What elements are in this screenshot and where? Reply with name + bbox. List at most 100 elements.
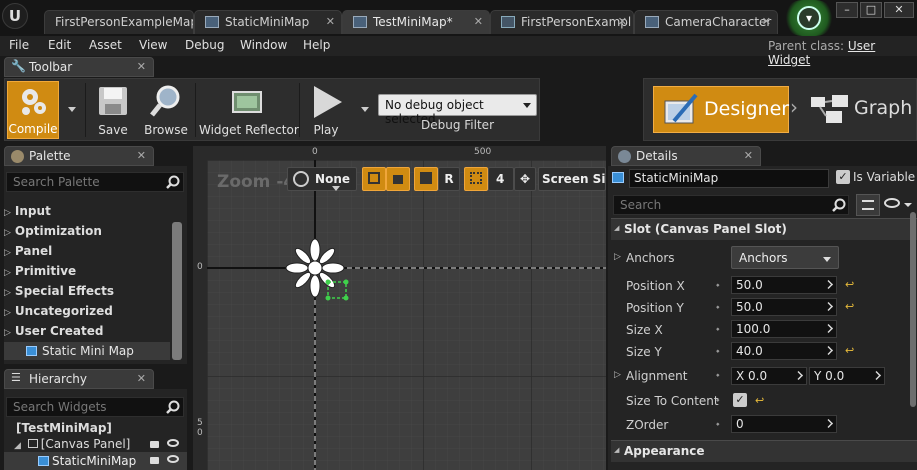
source-control-badge-icon[interactable]: ▾ <box>784 0 834 36</box>
debug-object-select[interactable]: No debug object selected <box>378 94 537 126</box>
palette-category-primitive[interactable]: Primitive <box>4 264 76 278</box>
binding-pin-icon[interactable]: ⬩ <box>716 395 724 406</box>
search-icon[interactable] <box>832 198 846 212</box>
close-icon[interactable]: ✕ <box>326 15 335 28</box>
transform-mode-button[interactable] <box>362 167 386 191</box>
palette-category-user-created[interactable]: User Created <box>4 324 104 338</box>
toolbar-panel-tab[interactable]: 🔧 Toolbar ✕ <box>4 57 154 77</box>
binding-pin-icon[interactable]: ⬩ <box>716 302 724 313</box>
fill-mode-button[interactable] <box>414 167 438 191</box>
details-scrollbar[interactable] <box>910 212 916 407</box>
close-icon[interactable]: ✕ <box>762 15 771 28</box>
expand-arrow-icon[interactable]: ▷ <box>614 252 621 262</box>
close-icon[interactable]: ✕ <box>744 149 753 162</box>
tab-testminimap[interactable]: TestMiniMap* ✕ <box>342 10 490 34</box>
close-icon[interactable]: ✕ <box>137 372 146 385</box>
eye-icon[interactable] <box>167 439 179 447</box>
details-search-input[interactable]: Search <box>613 195 849 215</box>
grid-snap-button[interactable] <box>464 167 488 191</box>
maximize-button[interactable]: □ <box>860 2 882 18</box>
hierarchy-search-input[interactable]: Search Widgets <box>6 397 184 417</box>
details-panel-tab[interactable]: Details ✕ <box>611 146 761 166</box>
hierarchy-root[interactable]: [TestMiniMap] <box>16 421 112 435</box>
search-icon[interactable] <box>166 400 180 414</box>
menu-debug[interactable]: Debug <box>185 38 224 52</box>
reset-to-default-icon[interactable]: ↩ <box>845 344 854 357</box>
menu-file[interactable]: File <box>9 38 29 52</box>
collapse-arrow-icon[interactable]: ◢ <box>14 441 21 451</box>
close-icon[interactable]: ✕ <box>618 15 627 28</box>
view-options-eye-icon[interactable] <box>884 198 900 208</box>
menu-edit[interactable]: Edit <box>48 38 71 52</box>
is-variable-checkbox[interactable]: ✓ <box>836 170 850 184</box>
alignment-y-field[interactable]: Y 0.0 <box>809 367 885 385</box>
zorder-field[interactable]: 0 <box>731 415 837 433</box>
menu-help[interactable]: Help <box>303 38 330 52</box>
widget-name-input[interactable]: StaticMiniMap <box>629 169 829 188</box>
designer-mode-button[interactable]: Designer <box>653 86 789 133</box>
section-slot-canvas-panel[interactable]: Slot (Canvas Panel Slot) <box>611 218 917 240</box>
widget-reflector-button[interactable]: Widget Reflector <box>199 81 299 139</box>
lock-icon[interactable] <box>150 457 159 464</box>
position-x-field[interactable]: 50.0 <box>731 276 837 294</box>
tab-firstpersonexample[interactable]: FirstPersonExampl ✕ <box>490 10 634 34</box>
section-appearance[interactable]: Appearance <box>611 440 917 462</box>
unreal-logo-icon[interactable]: U <box>2 3 28 29</box>
binding-pin-icon[interactable]: ⬩ <box>716 419 724 430</box>
size-x-field[interactable]: 100.0 <box>731 320 837 338</box>
compile-button[interactable]: Compile <box>7 81 59 139</box>
screen-size-select[interactable]: Screen Size <box>538 167 606 191</box>
menu-window[interactable]: Window <box>240 38 287 52</box>
palette-category-optimization[interactable]: Optimization <box>4 224 102 238</box>
palette-category-panel[interactable]: Panel <box>4 244 52 258</box>
position-y-field[interactable]: 50.0 <box>731 298 837 316</box>
close-icon[interactable]: ✕ <box>137 149 146 162</box>
size-y-field[interactable]: 40.0 <box>731 342 837 360</box>
designer-canvas[interactable] <box>193 146 606 470</box>
palette-search-input[interactable]: Search Palette <box>6 172 184 192</box>
graph-mode-button[interactable]: Graph <box>810 86 917 133</box>
resize-mode-button[interactable]: R <box>438 167 460 191</box>
palette-item-static-mini-map[interactable]: Static Mini Map <box>4 342 170 360</box>
tab-cameracharacter[interactable]: CameraCharacter ✕ <box>634 10 778 34</box>
menu-asset[interactable]: Asset <box>89 38 122 52</box>
reset-to-default-icon[interactable]: ↩ <box>845 300 854 313</box>
anchor-select[interactable]: None <box>287 167 357 191</box>
binding-pin-icon[interactable]: ⬩ <box>716 346 724 357</box>
eye-icon[interactable] <box>167 455 179 463</box>
save-button[interactable]: Save <box>91 81 135 139</box>
palette-panel-tab[interactable]: Palette ✕ <box>4 146 154 166</box>
move-icon-button[interactable]: ✥ <box>514 167 536 191</box>
expand-arrow-icon[interactable]: ▷ <box>614 370 621 380</box>
search-icon[interactable] <box>166 175 180 189</box>
play-button[interactable]: Play <box>305 81 347 139</box>
close-window-button[interactable]: ✕ <box>884 2 914 18</box>
play-options-dropdown[interactable] <box>361 107 369 112</box>
property-matrix-button[interactable] <box>856 194 880 216</box>
binding-pin-icon[interactable]: ⬩ <box>716 370 724 381</box>
menu-view[interactable]: View <box>139 38 167 52</box>
grid-snap-size[interactable]: 4 <box>488 167 514 191</box>
close-icon[interactable]: ✕ <box>474 15 483 28</box>
browse-button[interactable]: Browse <box>143 81 189 139</box>
close-icon[interactable]: ✕ <box>137 60 146 73</box>
chevron-down-icon[interactable] <box>904 203 912 207</box>
minimize-button[interactable]: – <box>836 2 858 18</box>
alignment-x-field[interactable]: X 0.0 <box>731 367 807 385</box>
lock-icon[interactable] <box>150 441 159 448</box>
tab-firstpersonexamplemap[interactable]: FirstPersonExampleMap <box>44 10 194 34</box>
palette-category-uncategorized[interactable]: Uncategorized <box>4 304 113 318</box>
hierarchy-canvas-panel[interactable]: ◢ [Canvas Panel] <box>14 437 130 451</box>
anchor-flower-icon[interactable] <box>281 238 353 304</box>
palette-scrollbar[interactable] <box>172 222 182 360</box>
binding-pin-icon[interactable]: ⬩ <box>716 280 724 291</box>
lock-mode-button[interactable] <box>386 167 410 191</box>
palette-category-input[interactable]: Input <box>4 204 51 218</box>
reset-to-default-icon[interactable]: ↩ <box>755 394 764 407</box>
binding-pin-icon[interactable]: ⬩ <box>716 324 724 335</box>
compile-options-dropdown[interactable] <box>68 107 76 112</box>
hierarchy-staticminimap-row[interactable]: StaticMiniMap <box>4 452 187 470</box>
palette-category-special-effects[interactable]: Special Effects <box>4 284 114 298</box>
tab-staticminimap[interactable]: StaticMiniMap ✕ <box>194 10 342 34</box>
size-to-content-checkbox[interactable]: ✓ <box>733 393 747 407</box>
